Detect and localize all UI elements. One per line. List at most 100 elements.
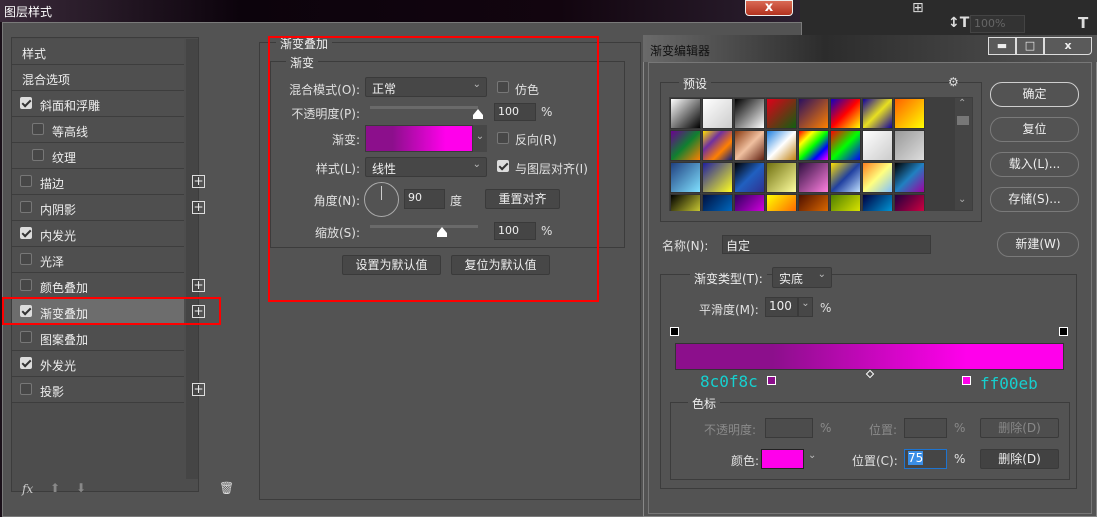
name-input[interactable]: 自定: [722, 235, 931, 254]
stop-position-input[interactable]: 75: [904, 449, 947, 469]
style-item-checkbox[interactable]: [20, 383, 32, 395]
gradient-type-select[interactable]: 实底 ⌄: [772, 267, 832, 288]
style-item-checkbox[interactable]: [20, 357, 32, 369]
chevron-down-icon[interactable]: ⌄: [808, 450, 816, 461]
add-icon[interactable]: +: [192, 175, 205, 188]
preset-swatch[interactable]: [862, 98, 893, 129]
style-item-checkbox[interactable]: [32, 123, 44, 135]
preset-swatch[interactable]: [798, 130, 829, 161]
style-item[interactable]: 混合选项: [12, 65, 184, 91]
scrollbar-thumb[interactable]: [957, 116, 969, 125]
opacity-stop[interactable]: [670, 327, 679, 336]
trash-icon[interactable]: 🗑: [219, 481, 234, 495]
preset-swatch[interactable]: [670, 98, 701, 129]
preset-swatch[interactable]: [734, 98, 765, 129]
delete-color-stop-button[interactable]: 删除(D): [980, 449, 1059, 469]
preset-swatch[interactable]: [862, 194, 893, 211]
load-button[interactable]: 载入(L)...: [990, 152, 1079, 177]
color-stop[interactable]: [961, 376, 971, 385]
preset-swatch[interactable]: [798, 162, 829, 193]
preset-swatch[interactable]: [894, 130, 925, 161]
style-item-checkbox[interactable]: [32, 149, 44, 161]
style-item[interactable]: 内发光: [12, 221, 184, 247]
ok-button[interactable]: 确定: [990, 82, 1079, 107]
style-item[interactable]: 纹理: [12, 143, 184, 169]
preset-swatch[interactable]: [702, 162, 733, 193]
move-down-icon[interactable]: ⬇: [76, 481, 86, 495]
style-item[interactable]: 斜面和浮雕: [12, 91, 184, 117]
style-item-checkbox[interactable]: [20, 279, 32, 291]
new-button[interactable]: 新建(W): [997, 232, 1079, 257]
preset-swatch[interactable]: [766, 98, 797, 129]
stop-color-swatch[interactable]: [761, 449, 804, 469]
minimize-button[interactable]: ▬: [988, 37, 1016, 55]
style-item[interactable]: 投影 +: [12, 377, 205, 403]
move-up-icon[interactable]: ⬆: [50, 481, 60, 495]
preset-swatch[interactable]: [894, 162, 925, 193]
preset-swatch[interactable]: [894, 194, 925, 211]
style-item-label: 混合选项: [22, 73, 71, 87]
style-item-label: 图案叠加: [40, 333, 89, 347]
close-button[interactable]: x: [1044, 37, 1092, 55]
preset-swatch[interactable]: [702, 98, 733, 129]
style-item-checkbox[interactable]: [20, 175, 32, 187]
fx-button[interactable]: fx: [22, 482, 33, 496]
style-item[interactable]: 样式: [12, 39, 184, 65]
style-item-checkbox[interactable]: [20, 253, 32, 265]
preset-swatch[interactable]: [734, 130, 765, 161]
style-item[interactable]: 描边 +: [12, 169, 205, 195]
preset-swatch[interactable]: [670, 194, 701, 211]
layer-style-title: 图层样式: [4, 5, 53, 19]
add-icon[interactable]: +: [192, 201, 205, 214]
text-icon: T: [1078, 14, 1089, 32]
smoothness-chevron-icon[interactable]: ⌄: [798, 297, 813, 317]
preset-swatch[interactable]: [670, 130, 701, 161]
preset-swatch[interactable]: [894, 98, 925, 129]
preset-swatch[interactable]: [702, 194, 733, 211]
preset-swatch[interactable]: [734, 162, 765, 193]
color-stop[interactable]: [767, 376, 777, 385]
style-item[interactable]: 内阴影 +: [12, 195, 205, 221]
gradient-editor-title: 渐变编辑器: [650, 44, 711, 58]
style-item[interactable]: 外发光: [12, 351, 184, 377]
preset-swatch[interactable]: [862, 130, 893, 161]
preset-swatch[interactable]: [798, 194, 829, 211]
style-item[interactable]: 光泽: [12, 247, 184, 273]
chevron-down-icon: ⌄: [817, 269, 826, 280]
scroll-up-icon[interactable]: ⌃: [958, 98, 966, 109]
gradient-bar[interactable]: [675, 343, 1064, 370]
style-item[interactable]: 颜色叠加 +: [12, 273, 205, 299]
preset-swatch[interactable]: [830, 194, 861, 211]
preset-swatch[interactable]: [830, 98, 861, 129]
style-item-checkbox[interactable]: [20, 97, 32, 109]
preset-swatch[interactable]: [734, 194, 765, 211]
styles-list-scrollbar[interactable]: [186, 39, 198, 479]
save-button[interactable]: 存储(S)...: [990, 187, 1079, 212]
style-item[interactable]: 等高线: [12, 117, 184, 143]
leading-input[interactable]: 100%: [970, 15, 1025, 33]
style-item-checkbox[interactable]: [20, 201, 32, 213]
maximize-button[interactable]: □: [1016, 37, 1044, 55]
reset-button[interactable]: 复位: [990, 117, 1079, 142]
style-item-checkbox[interactable]: [20, 227, 32, 239]
smoothness-input[interactable]: 100: [765, 297, 798, 317]
style-item[interactable]: 图案叠加: [12, 325, 184, 351]
close-button[interactable]: x: [745, 0, 793, 16]
add-icon[interactable]: +: [192, 279, 205, 292]
preset-swatch[interactable]: [766, 130, 797, 161]
preset-swatch[interactable]: [798, 98, 829, 129]
opacity-stop[interactable]: [1059, 327, 1068, 336]
presets-scrollbar[interactable]: ⌃ ⌄: [955, 98, 972, 210]
preset-swatch[interactable]: [670, 162, 701, 193]
preset-swatch[interactable]: [862, 162, 893, 193]
preset-swatch[interactable]: [830, 162, 861, 193]
preset-swatch[interactable]: [766, 194, 797, 211]
style-item-checkbox[interactable]: [20, 331, 32, 343]
preset-swatch[interactable]: [830, 130, 861, 161]
scroll-down-icon[interactable]: ⌄: [958, 194, 966, 205]
preset-swatch[interactable]: [766, 162, 797, 193]
gear-icon[interactable]: ⚙: [948, 75, 959, 89]
add-icon[interactable]: +: [192, 383, 205, 396]
stop-position-value: 75: [908, 451, 924, 465]
preset-swatch[interactable]: [702, 130, 733, 161]
